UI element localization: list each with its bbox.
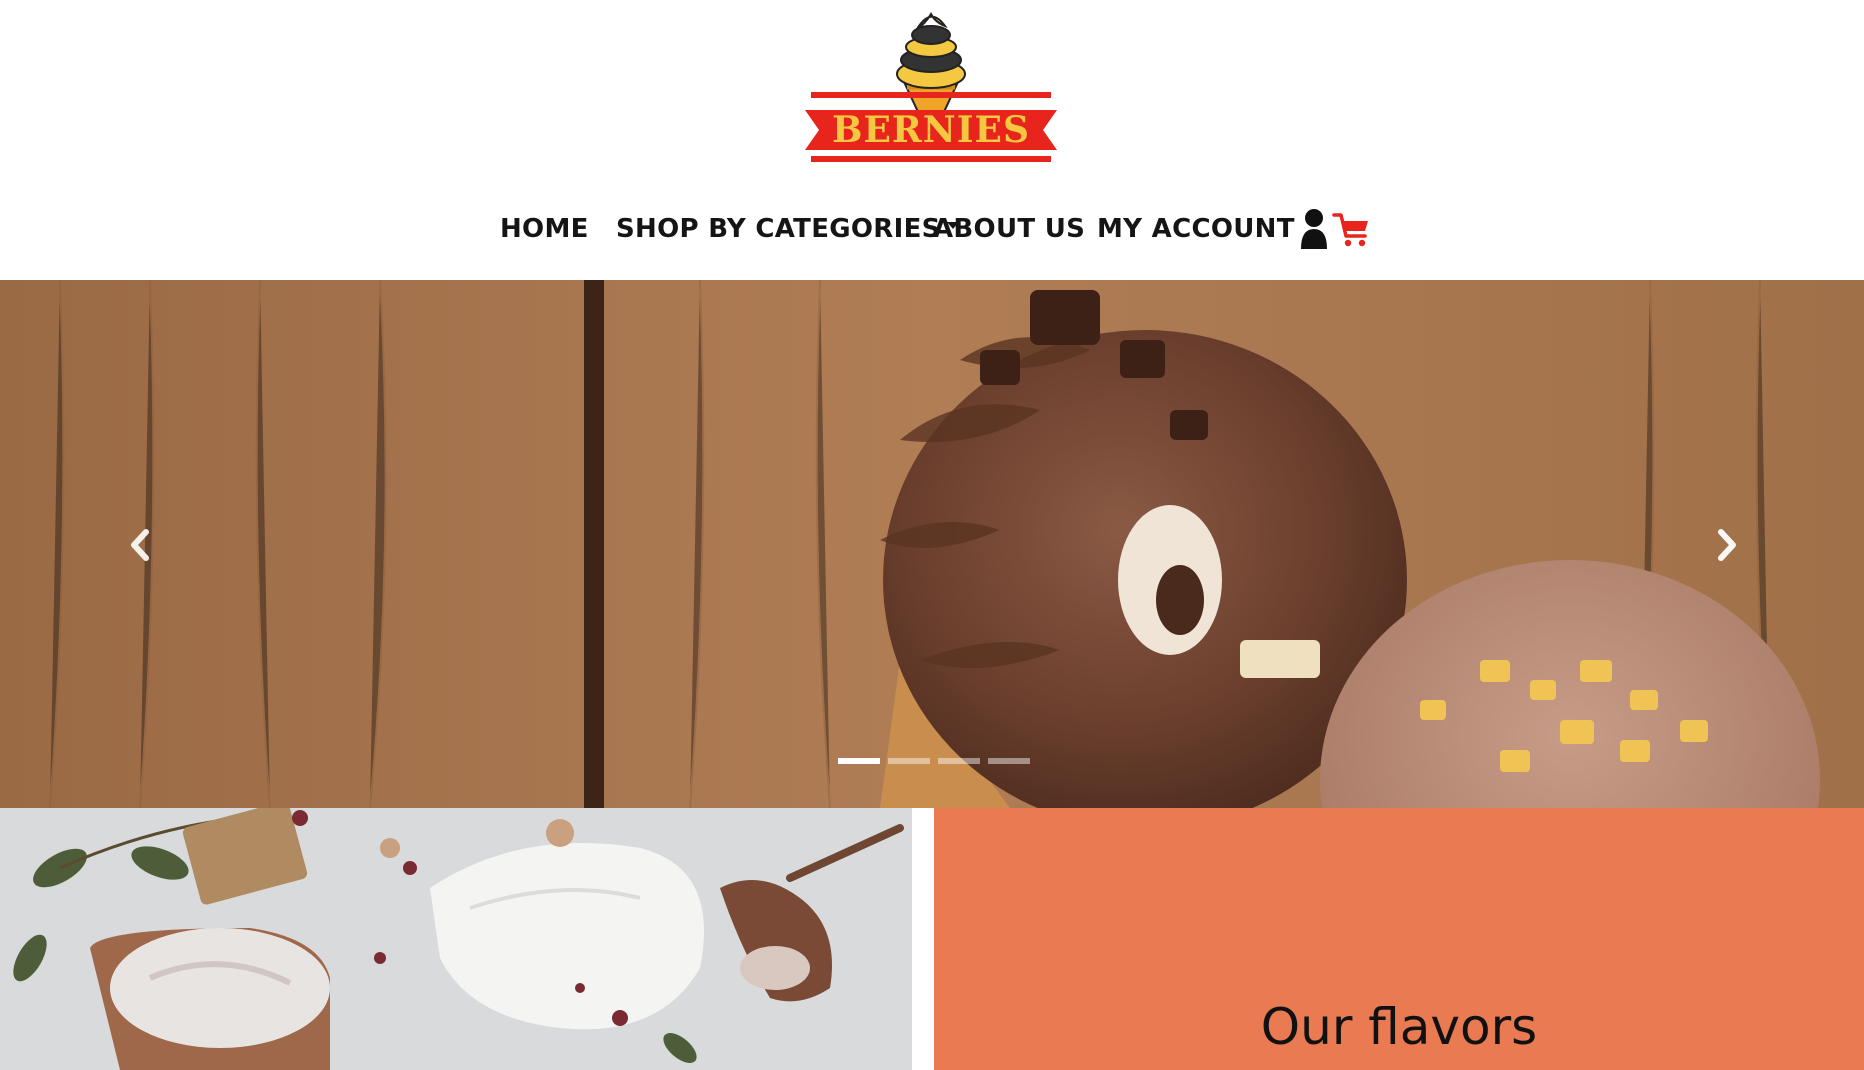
nav-home[interactable]: HOME [500, 205, 589, 253]
nav-account-label: MY ACCOUNT [1097, 214, 1295, 244]
hero-carousel[interactable] [0, 280, 1864, 808]
nav-about-us[interactable]: ABOUT US [933, 205, 1085, 253]
flavors-panel: Our flavors [934, 808, 1864, 1070]
hero-slide-image [0, 280, 1864, 808]
nav-shop-label: SHOP BY CATEGORIES [616, 214, 941, 244]
nav-about-label: ABOUT US [933, 214, 1086, 244]
ice-cream-icon [896, 11, 966, 115]
brand-name: BERNIES [832, 109, 1030, 151]
carousel-indicator[interactable] [938, 758, 980, 764]
carousel-prev-button[interactable] [120, 520, 160, 570]
section-divider [912, 808, 934, 1070]
flavors-title: Our flavors [1260, 998, 1538, 1056]
nav-my-account[interactable]: MY ACCOUNT [1097, 205, 1329, 253]
user-icon [1300, 209, 1327, 249]
carousel-indicator[interactable] [838, 758, 880, 764]
carousel-indicator[interactable] [888, 758, 930, 764]
nav-home-label: HOME [500, 214, 589, 244]
carousel-indicators [838, 758, 1030, 764]
carousel-indicator[interactable] [988, 758, 1030, 764]
flavors-image [0, 808, 912, 1070]
carousel-next-button[interactable] [1707, 520, 1747, 570]
cart-icon [1332, 213, 1368, 247]
cart-button[interactable] [1332, 205, 1372, 253]
nav-shop-by-categories[interactable]: SHOP BY CATEGORIES [616, 205, 959, 253]
main-nav: HOME SHOP BY CATEGORIES ABOUT US MY ACCO… [0, 205, 1864, 253]
flavors-photo [0, 808, 912, 1070]
chevron-left-icon [131, 529, 149, 561]
chevron-right-icon [1718, 529, 1736, 561]
bernies-logo[interactable]: BERNIES [805, 4, 1057, 168]
